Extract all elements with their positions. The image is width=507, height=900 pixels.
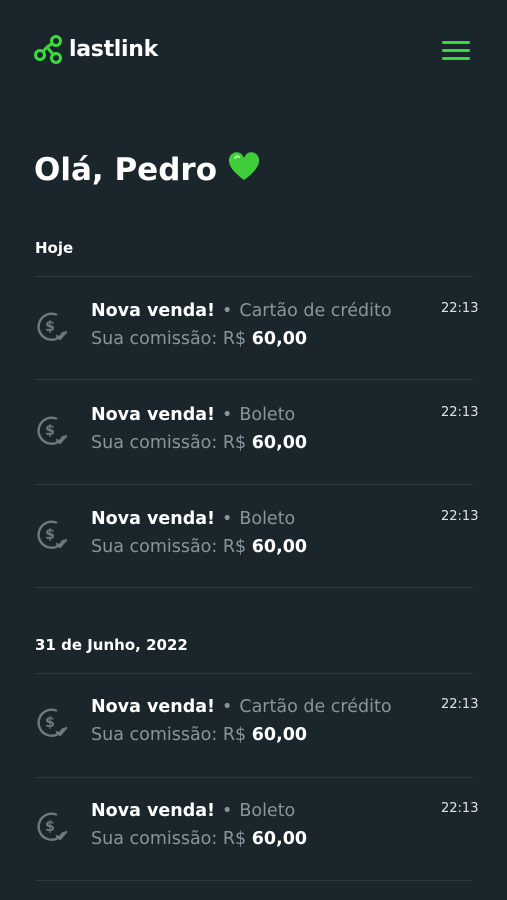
notification-title: Nova venda! [91,509,216,529]
commission-amount: 60,00 [251,329,308,349]
notification-title: Nova venda! [91,697,216,717]
notification-time: 22:13 [441,801,479,816]
notification-time: 22:13 [441,697,479,712]
separator-dot: • [222,697,233,717]
app-header: lastlink [0,0,507,100]
notification-time: 22:13 [441,405,479,420]
commission-money-icon: $ [37,708,68,737]
notification-title: Nova venda! [91,301,216,321]
notification-item[interactable]: $ Nova venda! • Boleto Sua comissão: R$ 60… [0,777,507,881]
greeting-text: Olá, Pedro [34,152,217,188]
green-heart-icon [227,150,261,190]
notification-title: Nova venda! [91,405,216,425]
commission-money-icon: $ [37,416,68,445]
commission-money-icon: $ [37,312,68,341]
svg-text:$: $ [45,527,55,543]
brand-name: lastlink [69,36,158,62]
section-label-date: 31 de Junho, 2022 [35,636,188,654]
section-label-today: Hoje [35,239,74,257]
commission-money-icon: $ [37,812,68,841]
payment-method: Boleto [239,801,296,821]
commission-amount: 60,00 [251,725,308,745]
notification-item[interactable]: $ Nova venda! • Boleto Sua comissão: R$ 60… [0,485,507,589]
svg-text:$: $ [45,423,55,439]
notification-time: 22:13 [441,509,479,524]
notification-item[interactable]: $ Nova venda! • Cartão de crédito Sua comi… [0,673,507,777]
lastlink-logo[interactable]: lastlink [33,34,158,64]
divider [35,379,473,380]
payment-method: Boleto [239,405,296,425]
svg-text:$: $ [45,715,55,731]
separator-dot: • [222,509,233,529]
commission-amount: 60,00 [251,433,308,453]
commission-label: Sua comissão: R$ [91,829,247,849]
notification-title: Nova venda! [91,801,216,821]
notification-item[interactable]: $ Nova venda! • Cartão de crédito Sua comi… [0,277,507,381]
commission-amount: 60,00 [251,829,308,849]
notification-time: 22:13 [441,301,479,316]
commission-label: Sua comissão: R$ [91,329,247,349]
commission-label: Sua comissão: R$ [91,725,247,745]
svg-text:$: $ [45,819,55,835]
payment-method: Boleto [239,509,296,529]
separator-dot: • [222,801,233,821]
divider [35,880,473,881]
commission-money-icon: $ [37,520,68,549]
hamburger-menu-icon[interactable] [440,38,472,64]
greeting: Olá, Pedro [34,150,261,190]
notification-item[interactable]: $ Nova venda! • Boleto Sua comissão: R$ 60… [0,381,507,485]
commission-label: Sua comissão: R$ [91,537,247,557]
payment-method: Cartão de crédito [239,697,392,717]
separator-dot: • [222,405,233,425]
commission-amount: 60,00 [251,537,308,557]
separator-dot: • [222,301,233,321]
commission-label: Sua comissão: R$ [91,433,247,453]
divider [35,587,473,588]
link-nodes-icon [34,35,62,64]
svg-text:$: $ [45,319,55,335]
payment-method: Cartão de crédito [239,301,392,321]
